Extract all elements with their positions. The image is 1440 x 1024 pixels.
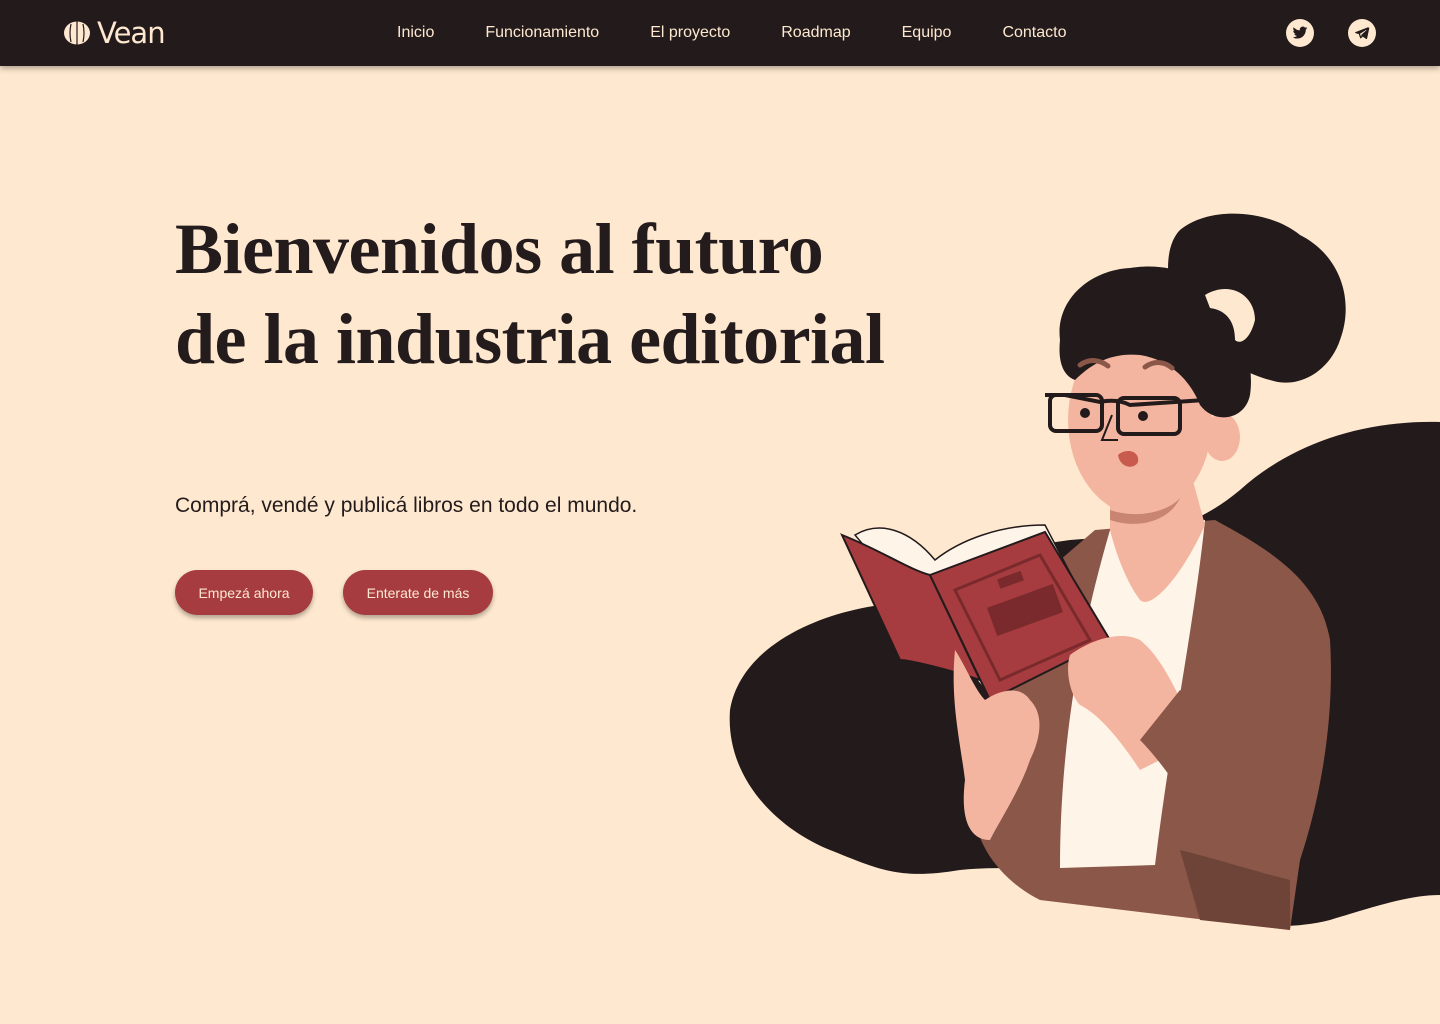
nav-item-contacto[interactable]: Contacto <box>1002 23 1066 43</box>
telegram-icon <box>1355 27 1370 40</box>
logo-icon <box>64 21 90 45</box>
nav-item-el-proyecto[interactable]: El proyecto <box>650 23 730 43</box>
enterate-de-mas-button[interactable]: Enterate de más <box>343 570 493 615</box>
telegram-link[interactable] <box>1348 19 1376 47</box>
empeza-ahora-button[interactable]: Empezá ahora <box>175 570 313 615</box>
brand-logo[interactable]: Vean <box>63 15 166 51</box>
left-eye <box>1080 408 1090 418</box>
navbar: Vean Inicio Funcionamiento El proyecto R… <box>0 0 1440 66</box>
twitter-link[interactable] <box>1286 19 1314 47</box>
main-nav: Inicio Funcionamiento El proyecto Roadma… <box>397 23 1067 43</box>
nav-item-equipo[interactable]: Equipo <box>902 23 952 43</box>
nav-item-funcionamiento[interactable]: Funcionamiento <box>485 23 599 43</box>
hero-subtitle: Comprá, vendé y publicá libros en todo e… <box>175 494 638 517</box>
ear <box>1204 413 1240 461</box>
twitter-icon <box>1292 26 1308 39</box>
right-eye <box>1138 411 1148 421</box>
brand-name: Vean <box>97 16 166 50</box>
reading-woman-illustration <box>729 213 1440 930</box>
nav-item-inicio[interactable]: Inicio <box>397 23 434 43</box>
nav-item-roadmap[interactable]: Roadmap <box>781 23 850 43</box>
